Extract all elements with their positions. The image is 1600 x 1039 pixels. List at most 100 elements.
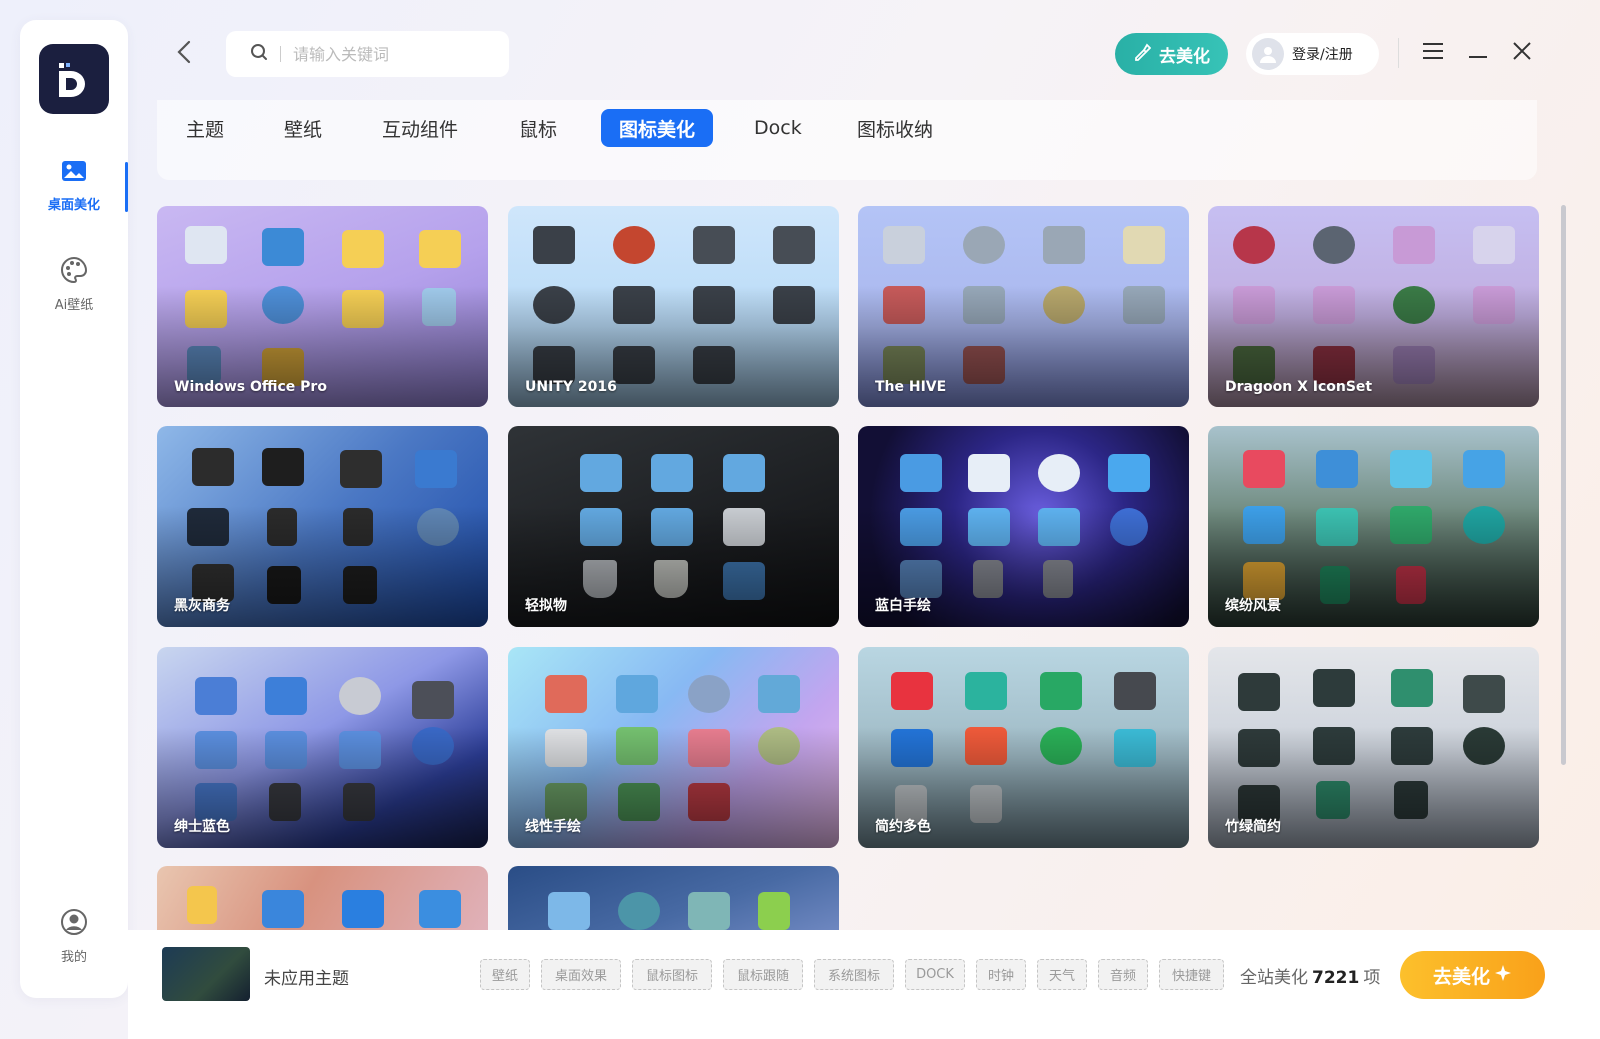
theme-card-simple-multicolor[interactable]: 简约多色 [858, 647, 1189, 848]
monitor-icon [262, 228, 304, 266]
document-icon [773, 226, 815, 264]
chip-wallpaper: 壁纸 [480, 959, 530, 990]
theme-card-the-hive[interactable]: The HIVE [858, 206, 1189, 407]
video-icon [900, 454, 942, 492]
theme-card-bamboo-green-simple[interactable]: 竹绿简约 [1208, 647, 1539, 848]
chip-desktop-effect: 桌面效果 [541, 959, 621, 990]
partial-card-row [157, 866, 857, 930]
folder-icon [195, 677, 237, 715]
sidebar-item-desktop-beautify[interactable]: 桌面美化 [20, 160, 128, 213]
document-icon [758, 892, 790, 930]
settings-icon [688, 675, 730, 713]
sidebar-item-label: 桌面美化 [47, 198, 100, 213]
screen-icon [412, 681, 454, 719]
theme-card-dragoon-x-iconset[interactable]: Dragoon X IconSet [1208, 206, 1539, 407]
tab-interactive-widgets[interactable]: 互动组件 [365, 109, 475, 147]
brush-icon [1133, 43, 1152, 66]
computer-icon [185, 226, 227, 264]
video-icon [1238, 673, 1280, 711]
gear-icon [613, 226, 655, 264]
folder-icon [187, 886, 217, 924]
minimize-button[interactable] [1463, 38, 1493, 68]
close-button[interactable] [1507, 38, 1537, 68]
login-label: 登录/注册 [1292, 47, 1353, 63]
avatar [1252, 38, 1284, 70]
play-icon [545, 675, 587, 713]
chip-weather: 天气 [1037, 959, 1087, 990]
tab-theme[interactable]: 主题 [169, 109, 241, 147]
card-title: UNITY 2016 [525, 379, 617, 395]
total-suffix: 项 [1363, 968, 1381, 988]
document-icon [1473, 226, 1515, 264]
search-input[interactable] [293, 44, 483, 64]
settings-panel-icon [340, 450, 382, 488]
total-prefix: 全站美化 [1240, 968, 1308, 988]
apply-beautify-button[interactable]: 去美化 [1400, 951, 1545, 999]
card-title: 黑灰商务 [174, 598, 230, 614]
current-theme-thumbnail[interactable] [162, 947, 250, 1001]
theme-card-linear-handdrawn[interactable]: 线性手绘 [508, 647, 839, 848]
card-title: The HIVE [875, 379, 947, 395]
folder-icon [1393, 226, 1435, 264]
search-icon [250, 43, 268, 65]
card-title: 轻拟物 [525, 598, 567, 614]
monitor-icon [262, 890, 304, 928]
tab-wallpaper[interactable]: 壁纸 [267, 109, 339, 147]
folder-icon [342, 230, 384, 268]
minimize-icon [1468, 44, 1488, 63]
theme-card-gentleman-blue[interactable]: 绅士蓝色 [157, 647, 488, 848]
card-title: 简约多色 [875, 819, 931, 835]
image-icon [61, 160, 87, 188]
window-icon [688, 892, 730, 930]
screen-icon [1463, 450, 1505, 488]
sidebar-item-profile[interactable]: 我的 [20, 908, 128, 965]
tab-mouse[interactable]: 鼠标 [502, 109, 574, 147]
palette-icon [60, 256, 88, 288]
folder-documents-icon [651, 454, 693, 492]
theme-status: 未应用主题 [264, 969, 349, 989]
bottom-status-bar: 未应用主题 壁纸 桌面效果 鼠标图标 鼠标跟随 系统图标 DOCK 时钟 天气 … [128, 930, 1600, 1039]
theme-card-colorful-scenery[interactable]: 缤纷风景 [1208, 426, 1539, 627]
app-logo [39, 44, 109, 114]
theme-card-windows-office-pro[interactable]: Windows Office Pro [157, 206, 488, 407]
tab-icon-storage[interactable]: 图标收纳 [840, 109, 950, 147]
card-title: 绅士蓝色 [174, 819, 230, 835]
theme-card-unity-2016[interactable]: UNITY 2016 [508, 206, 839, 407]
card-title: 竹绿简约 [1225, 819, 1281, 835]
settings-icon [1038, 454, 1080, 492]
theme-card-partial-2[interactable] [508, 866, 839, 930]
login-button[interactable]: 登录/注册 [1246, 33, 1379, 75]
sidebar-item-ai-wallpaper[interactable]: Ai壁纸 [20, 256, 128, 313]
beautify-button[interactable]: 去美化 [1115, 33, 1228, 75]
tab-icon-beautify[interactable]: 图标美化 [601, 109, 713, 147]
chip-shortcut: 快捷键 [1159, 959, 1224, 990]
back-button[interactable] [170, 38, 198, 70]
sidebar: 桌面美化 Ai壁纸 我的 [20, 20, 128, 998]
card-title: 蓝白手绘 [875, 598, 931, 614]
card-title: Dragoon X IconSet [1225, 379, 1373, 395]
theme-card-light-skeuomorphic[interactable]: 轻拟物 [508, 426, 839, 627]
settings-icon [1040, 672, 1082, 710]
sparkle-icon [1494, 964, 1512, 987]
theme-card-blue-white-handdrawn[interactable]: 蓝白手绘 [858, 426, 1189, 627]
screen-icon [1463, 675, 1505, 713]
header: 去美化 登录/注册 [158, 0, 1600, 110]
monitor-icon [1316, 450, 1358, 488]
sidebar-item-label: 我的 [60, 950, 87, 965]
hamburger-menu-icon [1422, 42, 1444, 64]
theme-card-black-grey-business[interactable]: 黑灰商务 [157, 426, 488, 627]
gear-icon [1313, 226, 1355, 264]
chip-system-icon: 系统图标 [814, 959, 894, 990]
tab-dock[interactable]: Dock [737, 109, 819, 147]
card-title: 缤纷风景 [1225, 598, 1281, 614]
theme-card-partial-1[interactable] [157, 866, 488, 930]
monitor-icon [1313, 669, 1355, 707]
play-icon [891, 672, 933, 710]
menu-button[interactable] [1418, 38, 1448, 68]
chart-icon [1390, 450, 1432, 488]
document-icon [1114, 672, 1156, 710]
scrollbar[interactable] [1561, 205, 1566, 765]
search-box [226, 31, 509, 77]
total-count-label: 全站美化 7221 项 [1240, 963, 1380, 988]
close-icon [1512, 41, 1532, 65]
